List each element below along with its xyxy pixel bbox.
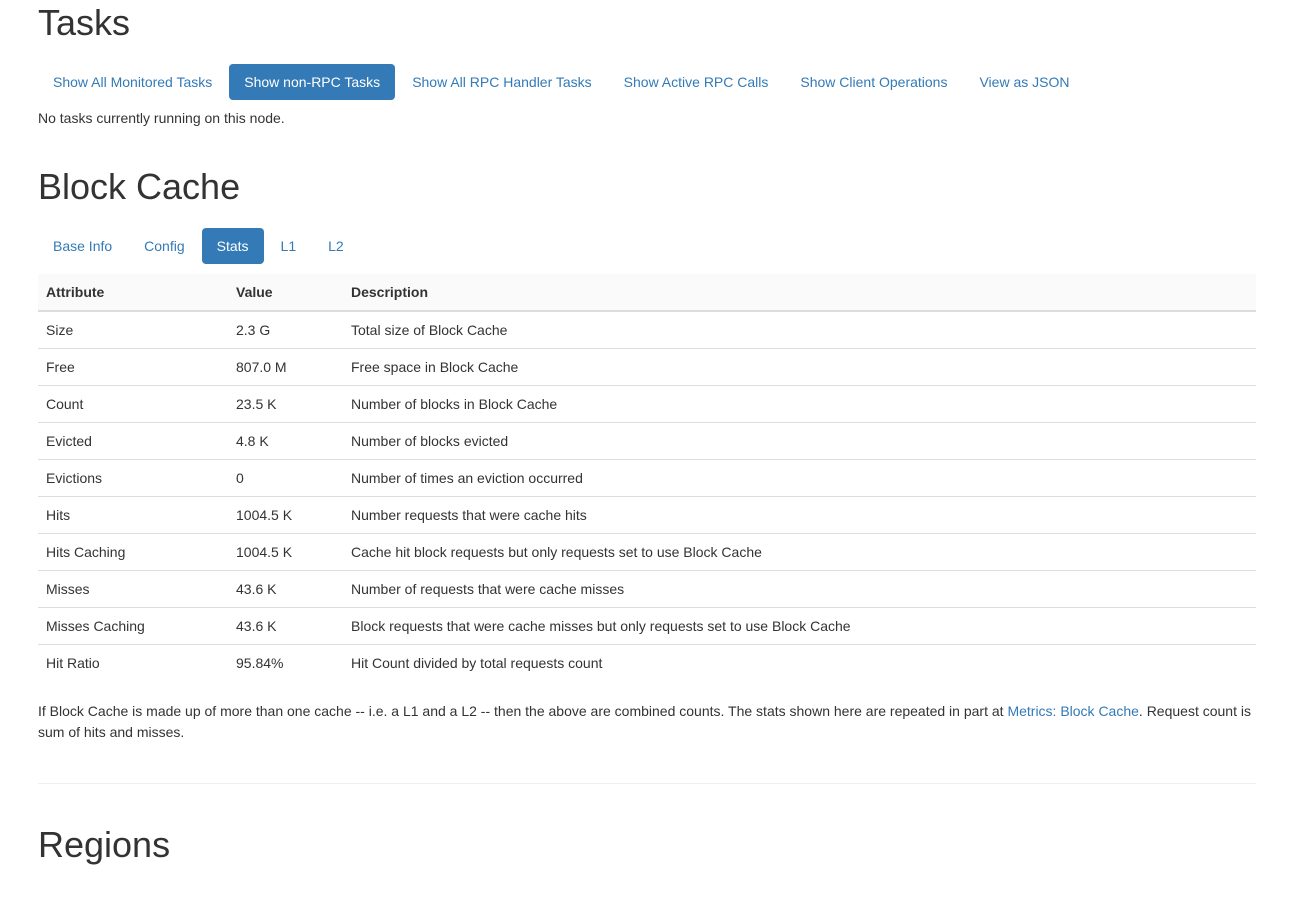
cell-attribute: Evicted — [38, 423, 228, 460]
tasks-tab-2[interactable]: Show All RPC Handler Tasks — [397, 64, 606, 100]
table-header-row: Attribute Value Description — [38, 274, 1256, 311]
cell-description: Cache hit block requests but only reques… — [343, 534, 1256, 571]
cell-attribute: Free — [38, 349, 228, 386]
cell-attribute: Hits — [38, 497, 228, 534]
cell-value: 4.8 K — [228, 423, 343, 460]
block-cache-tabs: Base InfoConfigStatsL1L2 — [38, 228, 1256, 264]
cell-attribute: Evictions — [38, 460, 228, 497]
tasks-tab-0[interactable]: Show All Monitored Tasks — [38, 64, 227, 100]
cell-description: Free space in Block Cache — [343, 349, 1256, 386]
block-cache-table: Attribute Value Description Size2.3 GTot… — [38, 274, 1256, 681]
cell-description: Number requests that were cache hits — [343, 497, 1256, 534]
col-value: Value — [228, 274, 343, 311]
regions-heading: Regions — [38, 824, 1256, 866]
cell-attribute: Count — [38, 386, 228, 423]
cell-value: 23.5 K — [228, 386, 343, 423]
cell-value: 1004.5 K — [228, 497, 343, 534]
cell-attribute: Hit Ratio — [38, 645, 228, 682]
block-cache-section: Block Cache Base InfoConfigStatsL1L2 Att… — [38, 166, 1256, 743]
cell-value: 807.0 M — [228, 349, 343, 386]
block-cache-tab-2[interactable]: Stats — [202, 228, 264, 264]
tasks-section: Tasks Show All Monitored TasksShow non-R… — [38, 2, 1256, 126]
table-row: Hit Ratio95.84%Hit Count divided by tota… — [38, 645, 1256, 682]
block-cache-tab-1[interactable]: Config — [129, 228, 199, 264]
table-row: Hits Caching1004.5 KCache hit block requ… — [38, 534, 1256, 571]
block-cache-heading: Block Cache — [38, 166, 1256, 208]
table-row: Hits1004.5 KNumber requests that were ca… — [38, 497, 1256, 534]
table-row: Misses Caching43.6 KBlock requests that … — [38, 608, 1256, 645]
cell-description: Number of requests that were cache misse… — [343, 571, 1256, 608]
regions-section: Regions — [38, 824, 1256, 866]
cell-description: Number of blocks in Block Cache — [343, 386, 1256, 423]
cell-value: 0 — [228, 460, 343, 497]
cell-description: Total size of Block Cache — [343, 311, 1256, 349]
col-description: Description — [343, 274, 1256, 311]
block-cache-tab-0[interactable]: Base Info — [38, 228, 127, 264]
cell-value: 43.6 K — [228, 571, 343, 608]
cell-value: 1004.5 K — [228, 534, 343, 571]
cell-value: 2.3 G — [228, 311, 343, 349]
tasks-empty-msg: No tasks currently running on this node. — [38, 110, 1256, 126]
cell-attribute: Hits Caching — [38, 534, 228, 571]
tasks-heading: Tasks — [38, 2, 1256, 44]
table-row: Size2.3 GTotal size of Block Cache — [38, 311, 1256, 349]
tasks-tab-1[interactable]: Show non-RPC Tasks — [229, 64, 395, 100]
cell-attribute: Misses Caching — [38, 608, 228, 645]
cell-attribute: Misses — [38, 571, 228, 608]
table-row: Misses43.6 KNumber of requests that were… — [38, 571, 1256, 608]
cell-value: 43.6 K — [228, 608, 343, 645]
cell-description: Hit Count divided by total requests coun… — [343, 645, 1256, 682]
tasks-tabs: Show All Monitored TasksShow non-RPC Tas… — [38, 64, 1256, 100]
table-row: Free807.0 MFree space in Block Cache — [38, 349, 1256, 386]
cell-attribute: Size — [38, 311, 228, 349]
block-cache-tab-4[interactable]: L2 — [313, 228, 359, 264]
table-row: Evicted4.8 KNumber of blocks evicted — [38, 423, 1256, 460]
cell-description: Number of times an eviction occurred — [343, 460, 1256, 497]
cell-description: Number of blocks evicted — [343, 423, 1256, 460]
section-divider — [38, 783, 1256, 784]
table-row: Evictions0Number of times an eviction oc… — [38, 460, 1256, 497]
tasks-tab-5[interactable]: View as JSON — [964, 64, 1084, 100]
cell-value: 95.84% — [228, 645, 343, 682]
block-cache-tab-3[interactable]: L1 — [266, 228, 312, 264]
cell-description: Block requests that were cache misses bu… — [343, 608, 1256, 645]
block-cache-footnote: If Block Cache is made up of more than o… — [38, 701, 1256, 743]
table-row: Count23.5 KNumber of blocks in Block Cac… — [38, 386, 1256, 423]
tasks-tab-4[interactable]: Show Client Operations — [785, 64, 962, 100]
metrics-block-cache-link[interactable]: Metrics: Block Cache — [1007, 703, 1138, 719]
footnote-text-pre: If Block Cache is made up of more than o… — [38, 703, 1007, 719]
col-attribute: Attribute — [38, 274, 228, 311]
tasks-tab-3[interactable]: Show Active RPC Calls — [609, 64, 784, 100]
